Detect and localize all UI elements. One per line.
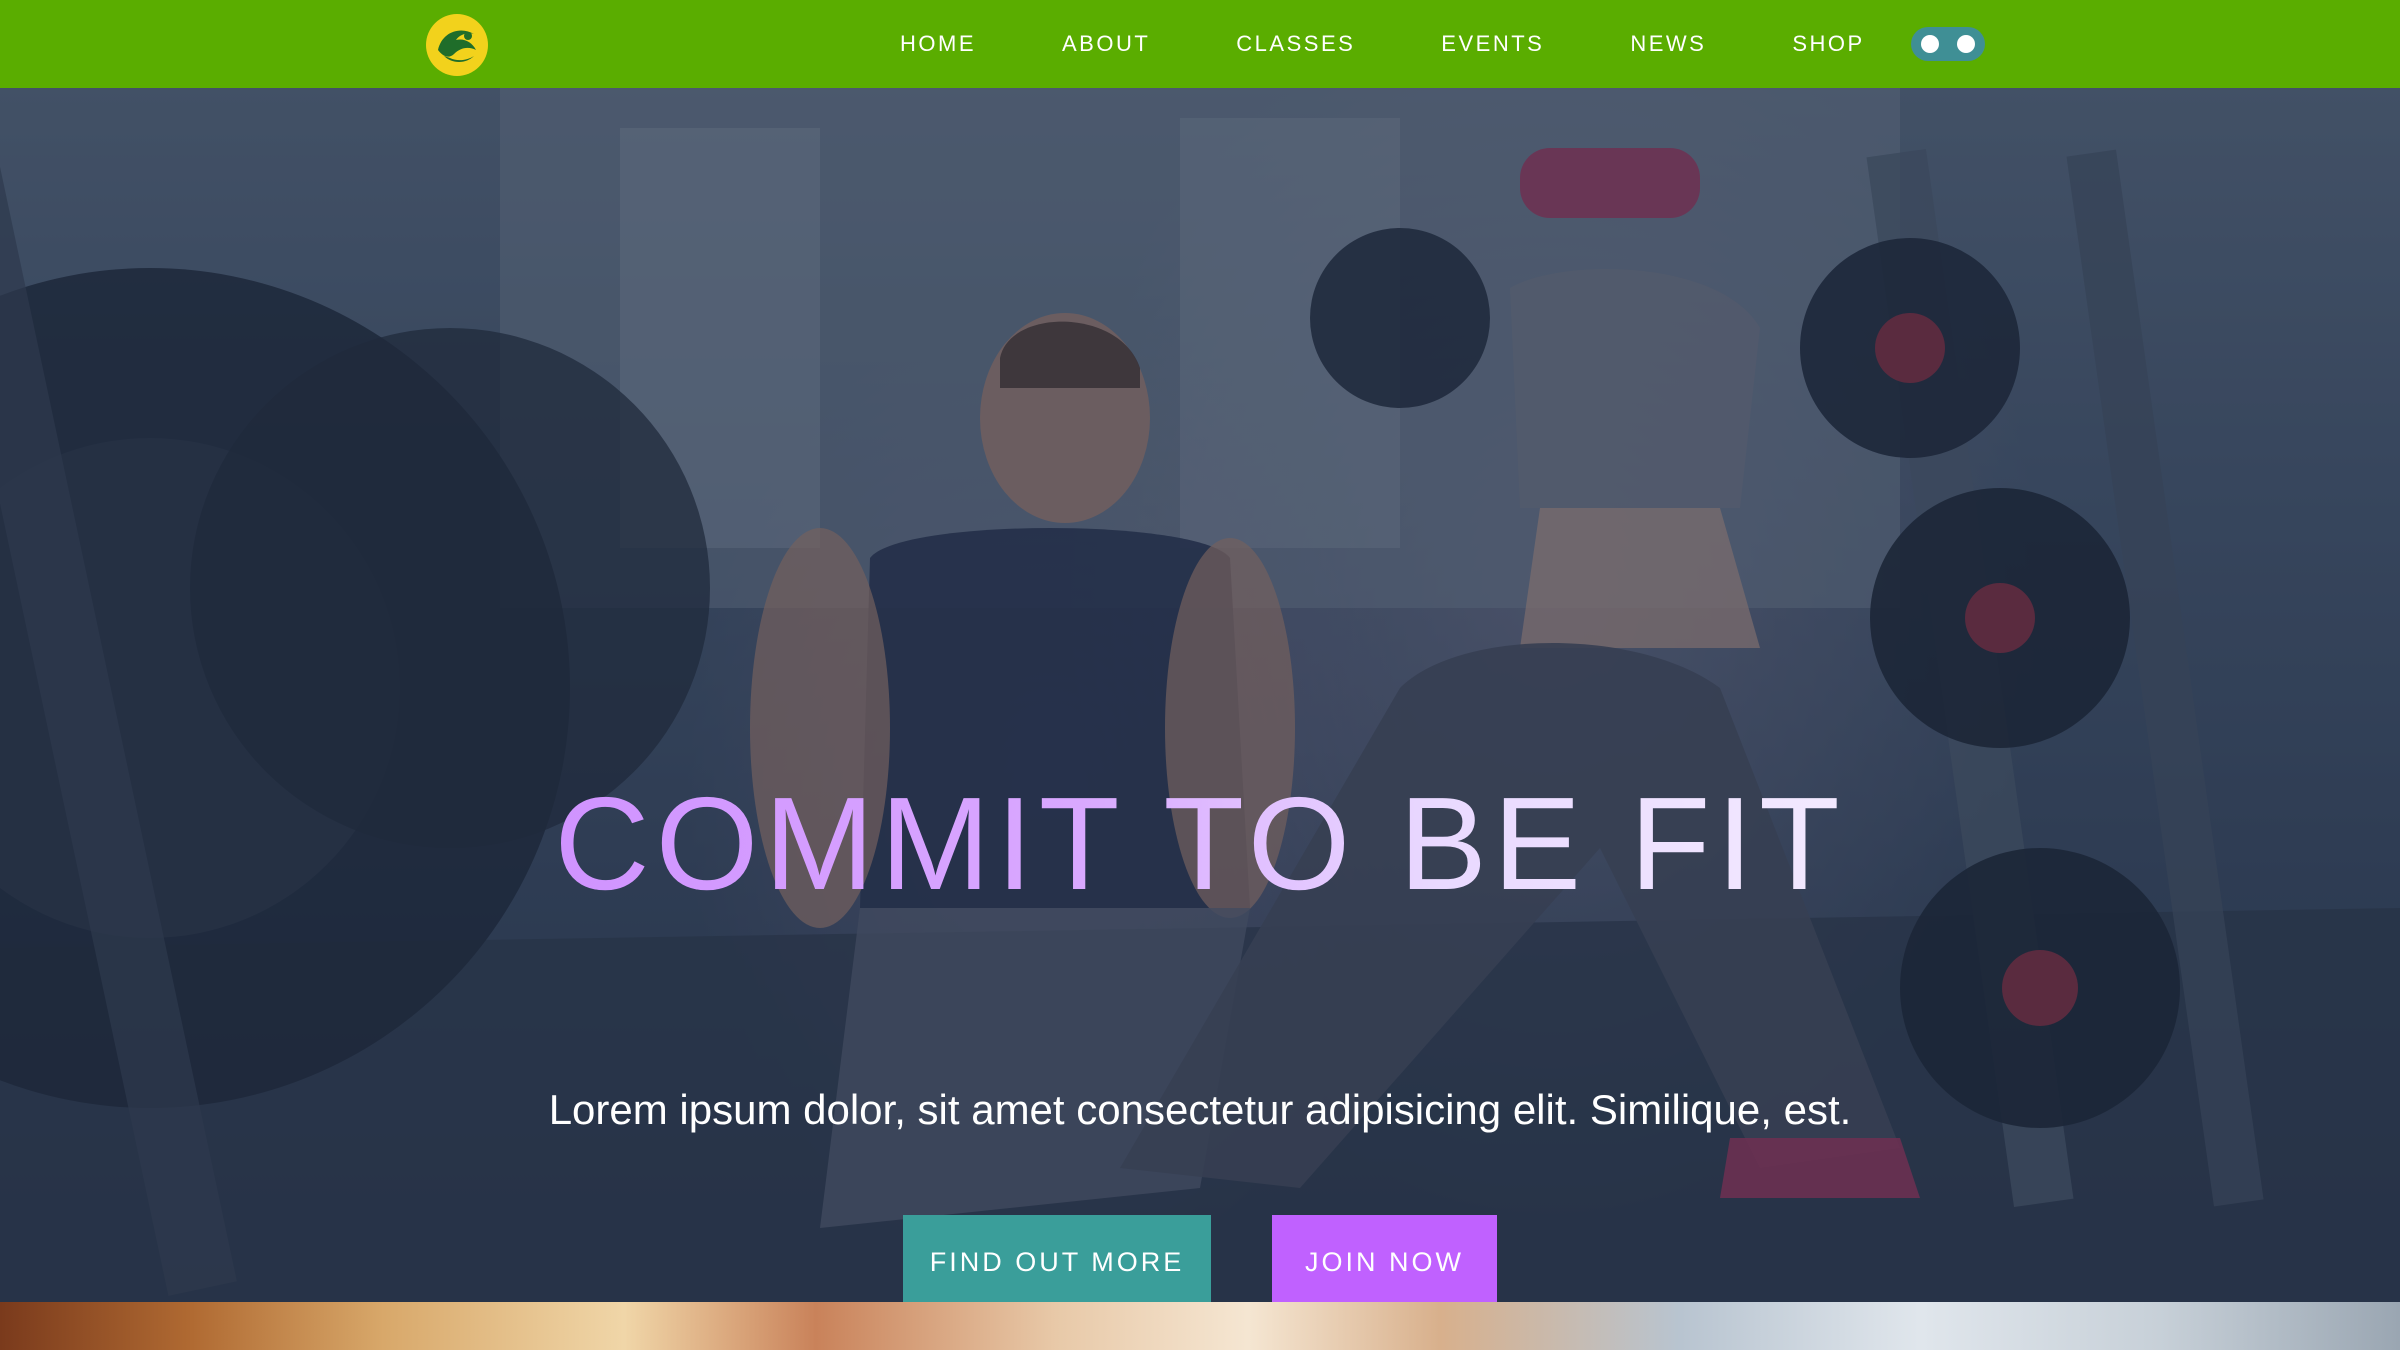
theme-toggle-icon[interactable] [1911,27,1985,61]
nav-link-about[interactable]: ABOUT [1062,31,1150,57]
find-out-more-button[interactable]: FIND OUT MORE [903,1215,1211,1302]
nav-link-shop[interactable]: SHOP [1792,31,1864,57]
toggle-dot-right [1957,35,1975,53]
nav-links: HOME ABOUT CLASSES EVENTS NEWS SHOP [900,0,1951,88]
toggle-dot-left [1921,35,1939,53]
hero-subtitle: Lorem ipsum dolor, sit amet consectetur … [548,1086,1852,1133]
nav-link-events[interactable]: EVENTS [1441,31,1544,57]
hero-section: COMMIT TO BE FIT Lorem ipsum dolor, sit … [0,88,2400,1302]
nav-link-classes[interactable]: CLASSES [1236,31,1355,57]
navbar: HOME ABOUT CLASSES EVENTS NEWS SHOP [0,0,2400,88]
join-now-button[interactable]: JOIN NOW [1272,1215,1497,1302]
next-section-image-strip [0,1302,2400,1350]
fitness-logo-icon[interactable] [424,12,490,78]
hero-title: COMMIT TO BE FIT [0,778,2400,910]
nav-link-news[interactable]: NEWS [1630,31,1706,57]
nav-link-home[interactable]: HOME [900,31,976,57]
